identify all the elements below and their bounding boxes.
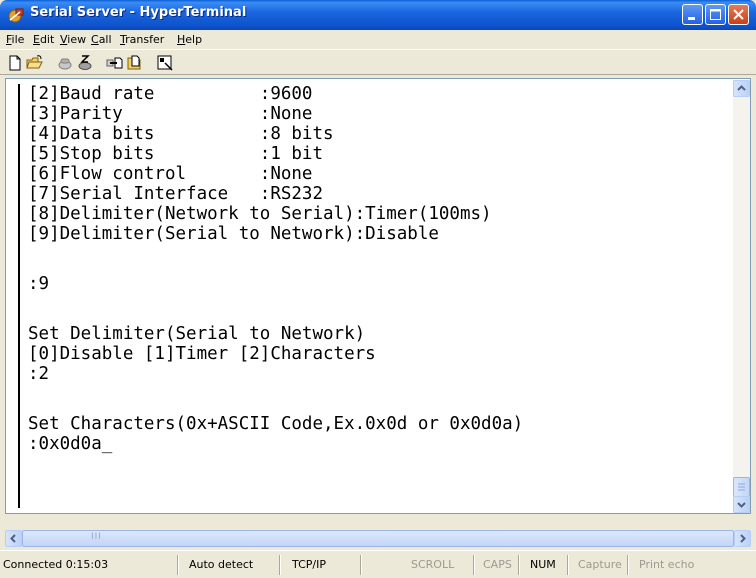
receive-icon[interactable] bbox=[126, 54, 144, 72]
vertical-scrollbar[interactable] bbox=[733, 80, 750, 513]
minimize-icon bbox=[688, 17, 695, 20]
terminal-left-margin bbox=[18, 84, 20, 508]
menu-file-label: ile bbox=[11, 33, 25, 46]
terminal-line: Set Characters(0x+ASCII Code,Ex.0x0d or … bbox=[28, 414, 524, 434]
status-divider bbox=[279, 555, 281, 575]
status-protocol: TCP/IP bbox=[292, 558, 326, 571]
terminal-screen[interactable]: [2]Baud rate :9600 [3]Parity :None [4]Da… bbox=[8, 84, 730, 508]
terminal-line: [9]Delimiter(Serial to Network):Disable bbox=[28, 224, 439, 244]
status-divider bbox=[473, 555, 475, 575]
terminal-line: [4]Data bits :8 bits bbox=[28, 124, 334, 144]
terminal-line: [7]Serial Interface :RS232 bbox=[28, 184, 324, 204]
send-icon[interactable] bbox=[106, 54, 124, 72]
open-icon[interactable] bbox=[26, 54, 44, 72]
status-capture: Capture bbox=[578, 558, 622, 571]
terminal-line: [0]Disable [1]Timer [2]Characters bbox=[28, 344, 376, 364]
terminal-line: [3]Parity :None bbox=[28, 104, 313, 124]
terminal-line: :2 bbox=[28, 364, 50, 384]
call-icon[interactable] bbox=[56, 54, 74, 72]
terminal-line: :0x0d0a_ bbox=[28, 434, 113, 454]
menu-edit-accel: E bbox=[33, 33, 40, 46]
maximize-button[interactable] bbox=[705, 4, 726, 25]
maximize-icon bbox=[710, 9, 721, 20]
scroll-down-button[interactable] bbox=[733, 496, 750, 513]
status-print-echo: Print echo bbox=[639, 558, 695, 571]
terminal-line: Set Delimiter(Serial to Network) bbox=[28, 324, 366, 344]
toolbar bbox=[0, 49, 756, 75]
grip-icon bbox=[738, 483, 745, 491]
status-divider bbox=[627, 555, 629, 575]
terminal-line: [6]Flow control :None bbox=[28, 164, 313, 184]
chevron-down-icon bbox=[737, 502, 746, 508]
status-num: NUM bbox=[530, 558, 556, 571]
scroll-right-button[interactable] bbox=[734, 530, 751, 547]
terminal-line: :9 bbox=[28, 274, 50, 294]
status-scroll: SCROLL bbox=[411, 558, 455, 571]
properties-icon[interactable] bbox=[156, 54, 174, 72]
menu-edit-label: dit bbox=[39, 33, 55, 46]
new-icon[interactable] bbox=[6, 54, 24, 72]
status-divider bbox=[177, 555, 179, 575]
horizontal-scrollbar[interactable]: III bbox=[5, 530, 751, 547]
menu-view[interactable]: View bbox=[60, 33, 86, 46]
terminal-line: [2]Baud rate :9600 bbox=[28, 84, 313, 104]
close-icon bbox=[733, 9, 744, 20]
status-bar: Connected 0:15:03 Auto detect TCP/IP SCR… bbox=[0, 550, 756, 578]
status-divider bbox=[360, 555, 362, 575]
status-divider bbox=[567, 555, 569, 575]
terminal-line: [8]Delimiter(Network to Serial):Timer(10… bbox=[28, 204, 492, 224]
scroll-left-button[interactable] bbox=[5, 530, 22, 547]
menu-view-label: iew bbox=[67, 33, 87, 46]
hyperterminal-window: Serial Server - HyperTerminal File Edit … bbox=[0, 0, 756, 578]
menu-help-label: elp bbox=[185, 33, 203, 46]
menu-edit[interactable]: Edit bbox=[33, 33, 54, 46]
hyperterminal-app-icon[interactable] bbox=[7, 6, 25, 24]
minimize-button[interactable] bbox=[682, 4, 703, 25]
menu-bar: File Edit View Call Transfer Help bbox=[0, 30, 756, 49]
window-title: Serial Server - HyperTerminal bbox=[30, 5, 247, 20]
status-connected: Connected 0:15:03 bbox=[3, 558, 109, 571]
menu-call-label: all bbox=[98, 33, 112, 46]
scroll-up-button[interactable] bbox=[733, 80, 750, 97]
status-detect: Auto detect bbox=[189, 558, 254, 571]
menu-transfer[interactable]: Transfer bbox=[120, 33, 164, 46]
horizontal-scroll-thumb[interactable]: III bbox=[22, 530, 734, 547]
disconnect-icon[interactable] bbox=[76, 54, 94, 72]
close-button[interactable] bbox=[728, 4, 749, 25]
menu-transfer-label: ransfer bbox=[125, 33, 165, 46]
horizontal-grip: III bbox=[91, 532, 102, 542]
menu-file[interactable]: File bbox=[6, 33, 24, 46]
title-bar[interactable]: Serial Server - HyperTerminal bbox=[0, 0, 756, 30]
status-divider bbox=[518, 555, 520, 575]
menu-help[interactable]: Help bbox=[177, 33, 202, 46]
chevron-left-icon bbox=[10, 534, 16, 543]
menu-call-accel: C bbox=[91, 33, 99, 46]
chevron-right-icon bbox=[740, 534, 746, 543]
menu-call[interactable]: Call bbox=[91, 33, 112, 46]
terminal-line: [5]Stop bits :1 bit bbox=[28, 144, 324, 164]
status-caps: CAPS bbox=[483, 558, 512, 571]
vertical-scroll-thumb[interactable] bbox=[733, 477, 750, 497]
chevron-up-icon bbox=[737, 85, 746, 91]
